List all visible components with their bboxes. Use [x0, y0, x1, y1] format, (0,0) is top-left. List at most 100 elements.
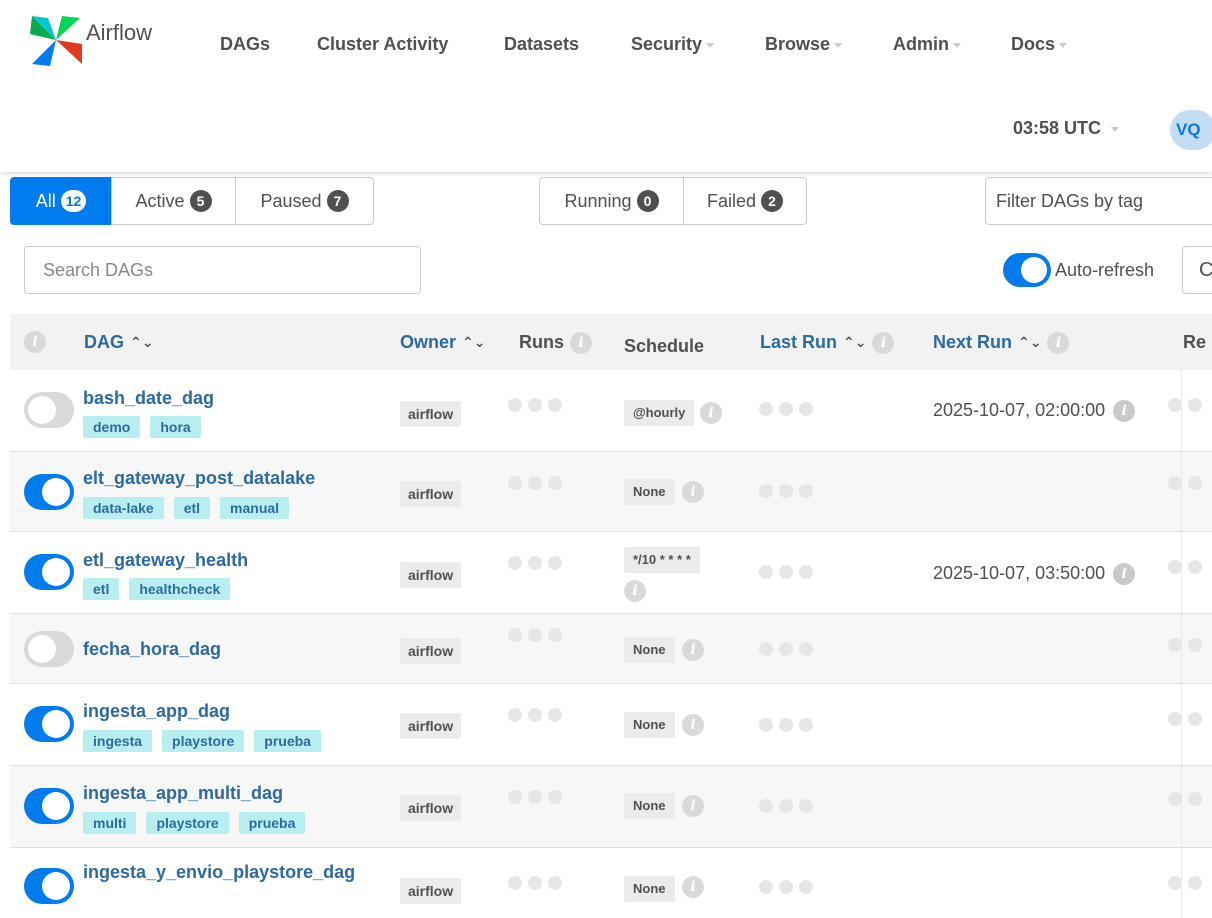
schedule-badge[interactable]: None	[624, 637, 675, 663]
nav-docs[interactable]: Docs	[1011, 34, 1068, 55]
dag-link[interactable]: ingesta_app_multi_dag	[83, 783, 283, 804]
col-next-run[interactable]: Next Run ⌃⌄ i	[933, 332, 1070, 355]
recent-tasks-dots	[1168, 560, 1208, 574]
info-icon[interactable]: i	[1047, 332, 1070, 355]
tag[interactable]: healthcheck	[129, 578, 231, 600]
dag-pause-toggle[interactable]	[24, 706, 74, 742]
dag-link[interactable]: bash_date_dag	[83, 388, 214, 409]
last-run-dots	[759, 718, 819, 732]
nav-security[interactable]: Security	[631, 34, 715, 55]
count-badge: 5	[189, 190, 212, 212]
col-last-run[interactable]: Last Run ⌃⌄ i	[760, 332, 895, 355]
dag-link[interactable]: ingesta_app_dag	[83, 701, 230, 722]
filter-all-button[interactable]: All 12	[10, 177, 112, 225]
info-icon[interactable]: i	[1113, 400, 1136, 423]
schedule-badge[interactable]: None	[624, 876, 675, 902]
auto-refresh-control: Auto-refresh	[1003, 253, 1154, 287]
info-icon[interactable]: i	[682, 639, 704, 661]
info-icon[interactable]: i	[700, 402, 722, 424]
filter-paused-button[interactable]: Paused 7	[235, 177, 374, 225]
schedule-badge[interactable]: None	[624, 479, 675, 505]
owner-badge[interactable]: airflow	[400, 638, 462, 664]
dag-tags: data-lake etl manual	[83, 497, 299, 519]
tag[interactable]: playstore	[162, 730, 245, 752]
last-run-dots	[759, 484, 819, 498]
owner-badge[interactable]: airflow	[400, 795, 462, 821]
tag[interactable]: playstore	[146, 812, 229, 834]
tag[interactable]: hora	[150, 416, 201, 438]
owner-badge[interactable]: airflow	[400, 878, 462, 904]
dag-table-header: i DAG ⌃⌄ Owner ⌃⌄ Runs i Schedule Last Run ⌃…	[10, 314, 1212, 370]
table-row: elt_gateway_post_datalake data-lake etl …	[10, 452, 1212, 532]
nav-datasets[interactable]: Datasets	[504, 34, 579, 55]
tag[interactable]: prueba	[238, 812, 306, 834]
sort-icon: ⌃⌄	[130, 334, 154, 350]
tag[interactable]: data-lake	[83, 497, 164, 519]
tag[interactable]: manual	[220, 497, 290, 519]
user-avatar[interactable]: VQ	[1170, 110, 1212, 150]
info-icon[interactable]: i	[1113, 563, 1136, 586]
nav-admin[interactable]: Admin	[893, 34, 961, 55]
schedule-badge[interactable]: None	[624, 712, 675, 738]
status-filter-group: All 12 Active 5 Paused 7	[10, 177, 374, 225]
owner-badge[interactable]: airflow	[400, 401, 462, 427]
sort-icon: ⌃⌄	[462, 334, 486, 350]
schedule-badge[interactable]: None	[624, 793, 675, 819]
dag-link[interactable]: elt_gateway_post_datalake	[83, 468, 315, 489]
tag[interactable]: etl	[83, 578, 120, 600]
count-badge: 0	[636, 190, 659, 212]
tag[interactable]: multi	[83, 812, 137, 834]
info-icon[interactable]: i	[570, 332, 592, 355]
recent-tasks-dots	[1168, 476, 1208, 490]
dag-pause-toggle[interactable]	[24, 631, 74, 667]
col-dag[interactable]: DAG ⌃⌄	[84, 332, 153, 353]
count-badge: 7	[326, 190, 349, 212]
auto-refresh-toggle[interactable]	[1003, 253, 1051, 287]
nav-dags[interactable]: DAGs	[220, 34, 270, 55]
airflow-logo[interactable]: Airflow	[28, 14, 152, 66]
nav-cluster-activity[interactable]: Cluster Activity	[317, 34, 448, 55]
info-icon[interactable]: i	[682, 714, 704, 736]
refresh-icon[interactable]: C	[1182, 246, 1212, 294]
count-badge: 12	[60, 190, 87, 212]
tag-filter-input[interactable]: Filter DAGs by tag	[985, 177, 1212, 225]
dag-link[interactable]: ingesta_y_envio_playstore_dag	[83, 862, 355, 883]
filter-active-button[interactable]: Active 5	[111, 177, 236, 225]
nav-browse[interactable]: Browse	[765, 34, 843, 55]
tag[interactable]: etl	[173, 497, 211, 519]
sort-icon: ⌃⌄	[843, 334, 867, 350]
tag[interactable]: prueba	[254, 730, 321, 752]
next-run-value: 2025-10-07, 03:50:00 i	[933, 563, 1136, 586]
info-icon[interactable]: i	[24, 331, 46, 353]
recent-tasks-dots	[1168, 792, 1208, 806]
tag[interactable]: ingesta	[83, 730, 153, 752]
filter-failed-button[interactable]: Failed 2	[683, 177, 807, 225]
info-icon[interactable]: i	[682, 795, 704, 817]
info-icon[interactable]: i	[682, 481, 704, 503]
dag-pause-toggle[interactable]	[24, 474, 74, 510]
last-run-dots	[759, 402, 819, 416]
tag[interactable]: demo	[83, 416, 141, 438]
dag-link[interactable]: etl_gateway_health	[83, 550, 248, 571]
search-dags-input[interactable]: Search DAGs	[24, 246, 421, 294]
owner-badge[interactable]: airflow	[400, 481, 462, 507]
owner-badge[interactable]: airflow	[400, 562, 462, 588]
schedule-badge[interactable]: */10 * * * *	[624, 547, 700, 573]
info-icon[interactable]: i	[624, 580, 646, 602]
dag-pause-toggle[interactable]	[24, 788, 74, 824]
dag-pause-toggle[interactable]	[24, 554, 74, 590]
info-icon[interactable]: i	[682, 876, 704, 898]
owner-badge[interactable]: airflow	[400, 713, 462, 739]
caret-down-icon	[834, 42, 843, 48]
timezone-selector[interactable]: 03:58 UTC	[1013, 118, 1120, 139]
info-icon[interactable]: i	[872, 332, 895, 355]
runs-status-dots	[508, 708, 568, 722]
filter-running-button[interactable]: Running 0	[539, 177, 684, 225]
caret-down-icon	[1059, 42, 1068, 48]
schedule-badge[interactable]: @hourly	[624, 400, 695, 426]
col-owner[interactable]: Owner ⌃⌄	[400, 332, 485, 353]
dag-pause-toggle[interactable]	[24, 868, 74, 904]
dag-pause-toggle[interactable]	[24, 392, 74, 428]
recent-tasks-dots	[1168, 876, 1208, 890]
dag-link[interactable]: fecha_hora_dag	[83, 639, 221, 660]
